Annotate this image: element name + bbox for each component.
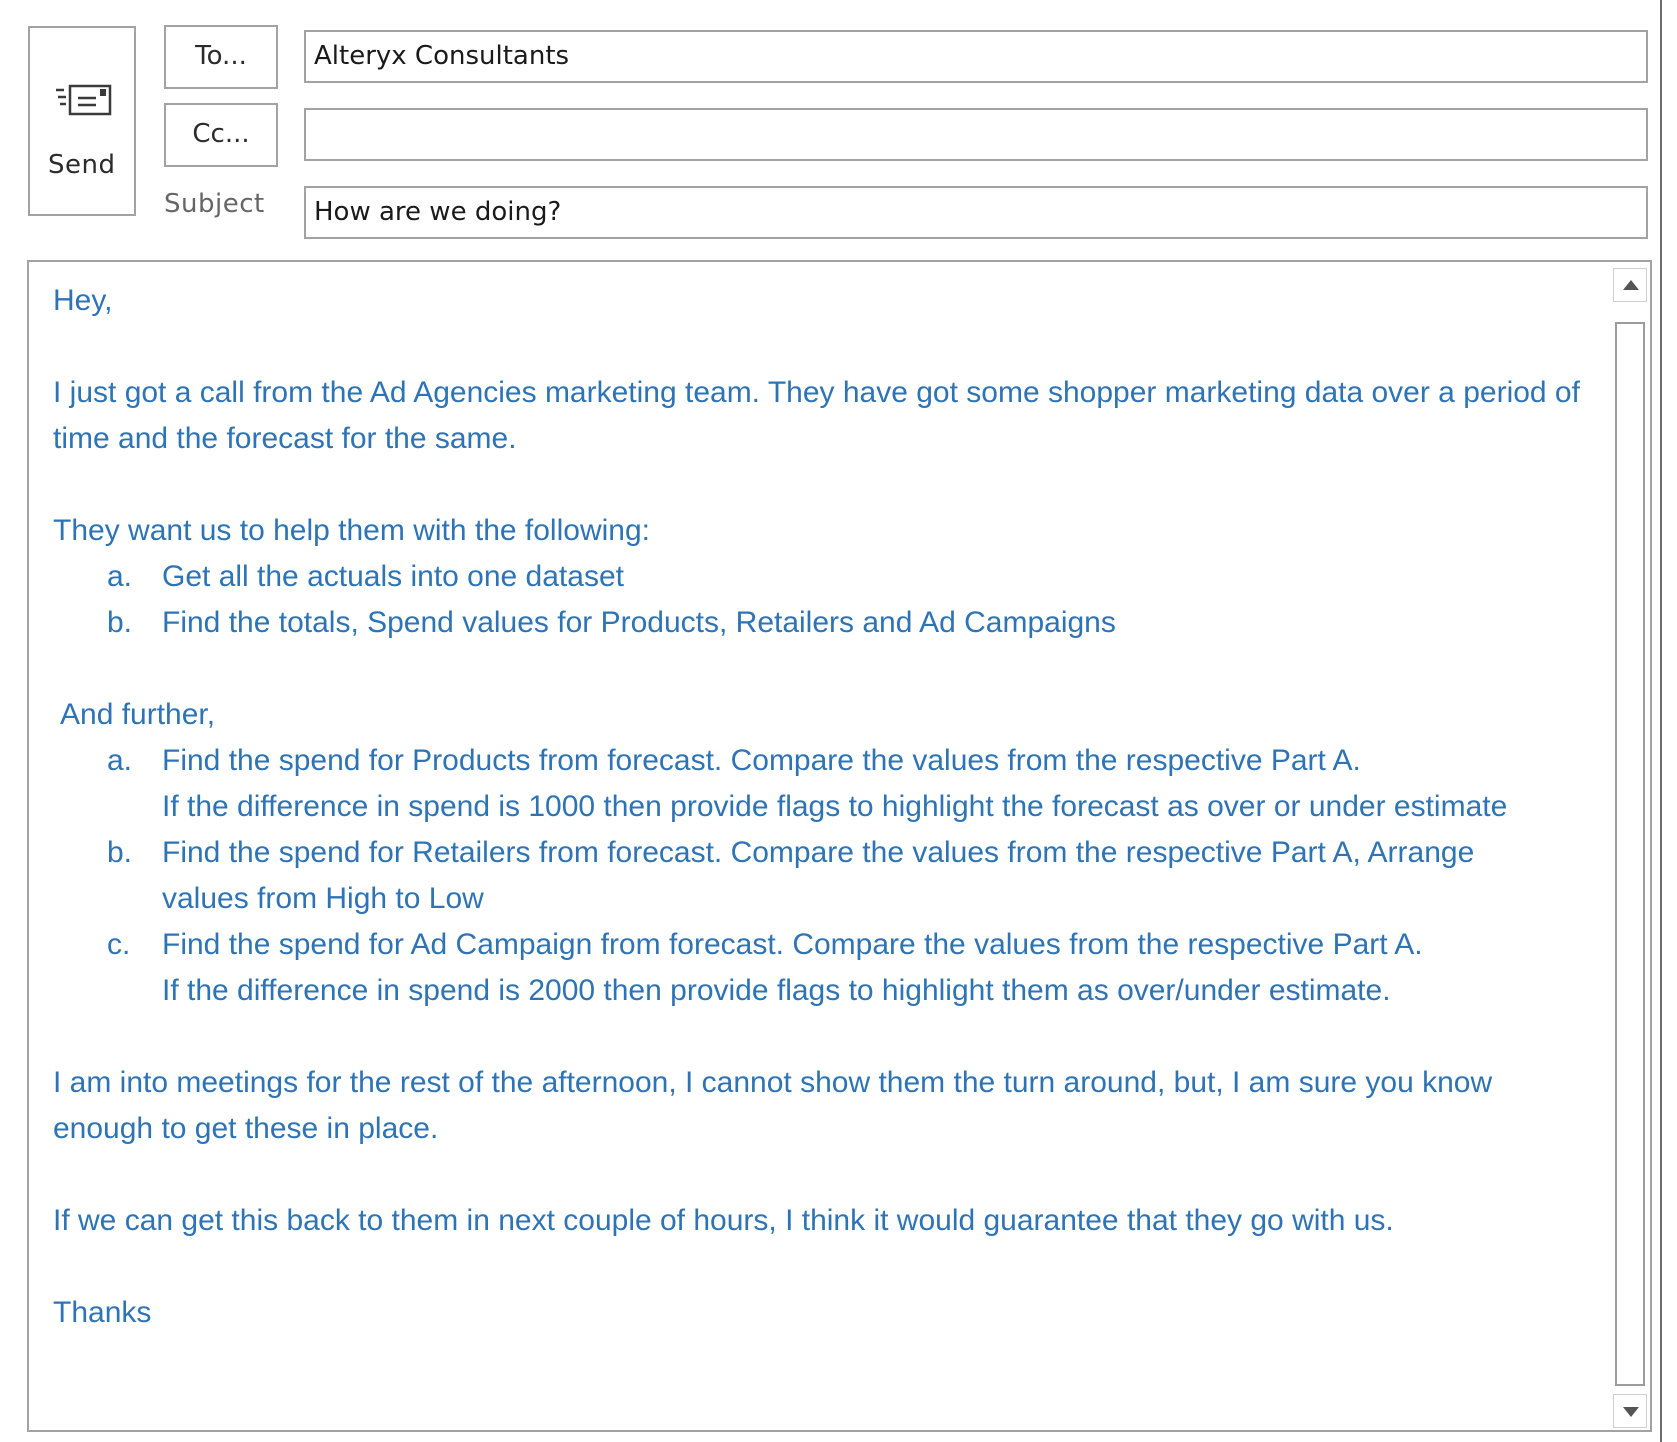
send-label: Send <box>48 150 116 180</box>
list-item: b. Find the spend for Retailers from for… <box>53 830 1613 922</box>
greeting: Hey, <box>53 284 113 317</box>
list-item-text-continued: If the difference in spend is 2000 then … <box>162 974 1391 1007</box>
cc-field[interactable] <box>304 108 1648 161</box>
message-body-editor[interactable]: Hey, I just got a call from the Ad Agenc… <box>27 260 1652 1432</box>
list-item: a. Find the spend for Products from fore… <box>53 738 1613 830</box>
list-item: b. Find the totals, Spend values for Pro… <box>53 600 1613 646</box>
list-item-text-continued: If the difference in spend is 1000 then … <box>162 790 1508 823</box>
meetings-line-1: I am into meetings for the rest of the a… <box>53 1066 1493 1099</box>
meetings-line-2: enough to get these in place. <box>53 1112 439 1145</box>
intro-paragraph: I just got a call from the Ad Agencies m… <box>53 376 1580 455</box>
list-marker: a. <box>107 744 133 777</box>
further-intro: And further, <box>60 698 216 731</box>
scroll-down-button[interactable] <box>1613 1394 1647 1428</box>
send-button[interactable]: Send <box>28 26 136 216</box>
vertical-scrollbar[interactable] <box>1613 268 1647 1428</box>
cc-button[interactable]: Cc... <box>164 103 278 167</box>
list-item-text: Get all the actuals into one dataset <box>162 560 624 593</box>
scroll-up-arrow-icon <box>1623 280 1639 290</box>
to-button[interactable]: To... <box>164 25 278 89</box>
list-item-text: Find the spend for Retailers from foreca… <box>162 836 1475 869</box>
signoff: Thanks <box>53 1296 152 1329</box>
list-item-text: Find the totals, Spend values for Produc… <box>162 606 1116 639</box>
to-field[interactable]: Alteryx Consultants <box>304 30 1648 83</box>
list-item-text: Find the spend for Products from forecas… <box>162 744 1361 777</box>
list-marker: c. <box>107 928 131 961</box>
list-item: c. Find the spend for Ad Campaign from f… <box>53 922 1613 1014</box>
message-text: Hey, I just got a call from the Ad Agenc… <box>53 278 1613 1336</box>
subject-label: Subject <box>164 189 265 219</box>
subject-field[interactable]: How are we doing? <box>304 186 1648 239</box>
list-item: a. Get all the actuals into one dataset <box>53 554 1613 600</box>
list-item-text: Find the spend for Ad Campaign from fore… <box>162 928 1423 961</box>
list-marker: b. <box>107 836 133 869</box>
window-edge <box>1660 0 1662 1442</box>
scroll-up-button[interactable] <box>1613 268 1647 302</box>
list-item-text-continued: values from High to Low <box>162 882 484 915</box>
list-marker: b. <box>107 606 133 639</box>
envelope-send-icon <box>56 84 112 116</box>
closing-note: If we can get this back to them in next … <box>53 1204 1394 1237</box>
request-intro: They want us to help them with the follo… <box>53 514 650 547</box>
scroll-down-arrow-icon <box>1623 1407 1639 1417</box>
list-marker: a. <box>107 560 133 593</box>
scrollbar-thumb[interactable] <box>1615 322 1645 1386</box>
